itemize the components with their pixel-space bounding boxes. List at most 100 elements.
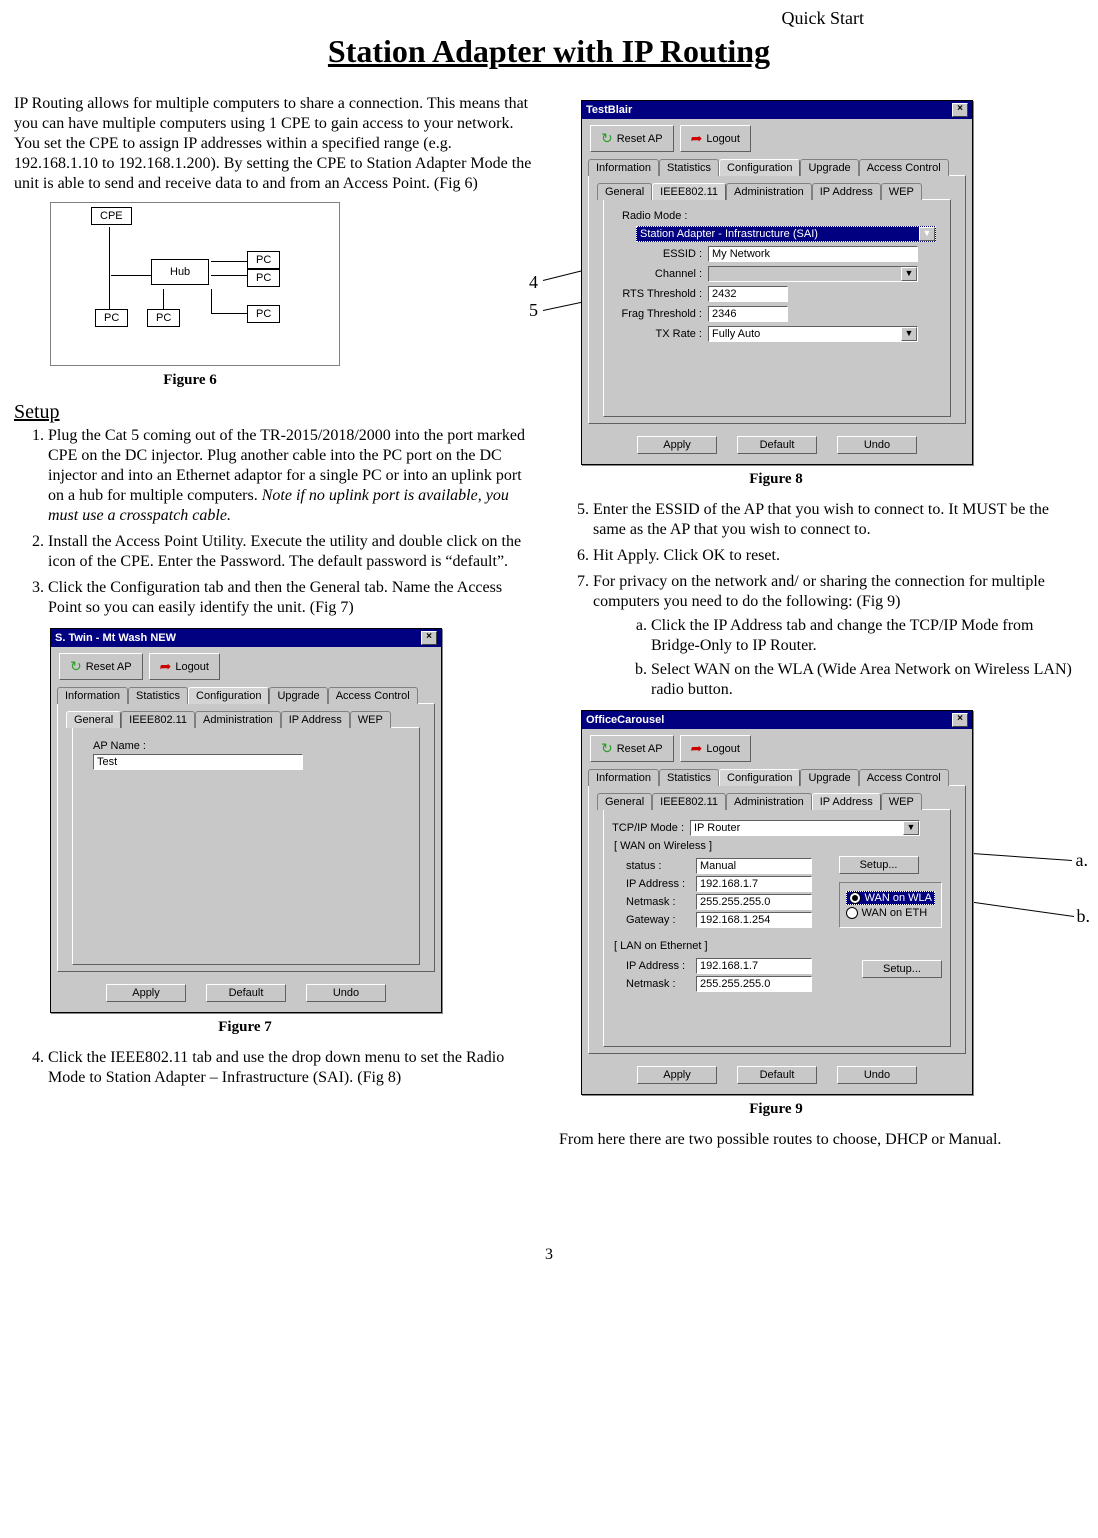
mask-label: Netmask : bbox=[626, 896, 692, 908]
subtab-administration[interactable]: Administration bbox=[726, 793, 812, 810]
apply-button[interactable]: Apply bbox=[637, 1066, 717, 1084]
wan-setup-button[interactable]: Setup... bbox=[839, 856, 919, 874]
fig9-title: OfficeCarousel bbox=[586, 714, 664, 726]
fig6-pc-box-4: PC bbox=[147, 309, 180, 327]
tcpip-dropdown[interactable]: IP Router▼ bbox=[690, 820, 920, 836]
apply-button[interactable]: Apply bbox=[637, 436, 717, 454]
subtab-wep[interactable]: WEP bbox=[881, 793, 922, 810]
txrate-dropdown[interactable]: Fully Auto▼ bbox=[708, 326, 918, 342]
step-1: Plug the Cat 5 coming out of the TR-2015… bbox=[48, 426, 539, 526]
lan-ip-label: IP Address : bbox=[626, 960, 692, 972]
radiomode-dropdown[interactable]: Station Adapter - Infrastructure (SAI)▼ bbox=[636, 226, 936, 242]
figure-7-window: S. Twin - Mt Wash NEW × ↻Reset AP ➦Logou… bbox=[50, 628, 442, 1013]
subtab-general[interactable]: General bbox=[597, 793, 652, 810]
lan-mask-input[interactable]: 255.255.255.0 bbox=[696, 976, 812, 992]
tab-upgrade[interactable]: Upgrade bbox=[269, 687, 327, 704]
figure-8-caption: Figure 8 bbox=[581, 471, 971, 488]
close-icon[interactable]: × bbox=[421, 631, 437, 645]
logout-button[interactable]: ➦Logout bbox=[680, 125, 751, 152]
undo-button[interactable]: Undo bbox=[837, 436, 917, 454]
tab-information[interactable]: Information bbox=[588, 159, 659, 176]
closing-paragraph: From here there are two possible routes … bbox=[559, 1130, 1084, 1150]
close-icon[interactable]: × bbox=[952, 103, 968, 117]
callout-b-line bbox=[963, 900, 1074, 917]
lan-ip-input[interactable]: 192.168.1.7 bbox=[696, 958, 812, 974]
fig6-pc-box-1: PC bbox=[247, 251, 280, 269]
ip-input[interactable]: 192.168.1.7 bbox=[696, 876, 812, 892]
frag-input[interactable]: 2346 bbox=[708, 306, 788, 322]
status-input[interactable]: Manual bbox=[696, 858, 812, 874]
essid-input[interactable]: My Network bbox=[708, 246, 918, 262]
tx-label: TX Rate : bbox=[612, 328, 702, 340]
subtab-ieee80211[interactable]: IEEE802.11 bbox=[652, 183, 726, 200]
step-2: Install the Access Point Utility. Execut… bbox=[48, 532, 539, 572]
radio-wan-eth[interactable]: WAN on ETH bbox=[846, 907, 935, 919]
tcpip-label: TCP/IP Mode : bbox=[612, 822, 684, 834]
radio-wan-wla[interactable]: WAN on WLA bbox=[846, 891, 935, 905]
tab-information[interactable]: Information bbox=[57, 687, 128, 704]
subtab-general[interactable]: General bbox=[66, 711, 121, 728]
chevron-down-icon: ▼ bbox=[903, 821, 919, 835]
radio-icon bbox=[846, 907, 858, 919]
fig6-cpe-box: CPE bbox=[91, 207, 132, 225]
intro-paragraph: IP Routing allows for multiple computers… bbox=[14, 94, 539, 194]
apname-input[interactable]: Test bbox=[93, 754, 303, 770]
reset-ap-button[interactable]: ↻Reset AP bbox=[590, 125, 674, 152]
essid-label: ESSID : bbox=[612, 248, 702, 260]
fig6-pc-box-2: PC bbox=[247, 269, 280, 287]
tab-access-control[interactable]: Access Control bbox=[859, 159, 949, 176]
tab-upgrade[interactable]: Upgrade bbox=[800, 769, 858, 786]
subtab-administration[interactable]: Administration bbox=[726, 183, 812, 200]
close-icon[interactable]: × bbox=[952, 713, 968, 727]
step-4: Click the IEEE802.11 tab and use the dro… bbox=[48, 1048, 539, 1088]
radiomode-label: Radio Mode : bbox=[622, 210, 942, 222]
logout-icon: ➦ bbox=[160, 658, 172, 675]
mask-input[interactable]: 255.255.255.0 bbox=[696, 894, 812, 910]
setup-steps-left: Plug the Cat 5 coming out of the TR-2015… bbox=[14, 426, 539, 618]
reset-ap-button[interactable]: ↻Reset AP bbox=[590, 735, 674, 762]
apply-button[interactable]: Apply bbox=[106, 984, 186, 1002]
fig9-titlebar: OfficeCarousel × bbox=[582, 711, 972, 729]
tab-statistics[interactable]: Statistics bbox=[128, 687, 188, 704]
subtab-wep[interactable]: WEP bbox=[881, 183, 922, 200]
tab-information[interactable]: Information bbox=[588, 769, 659, 786]
tab-configuration[interactable]: Configuration bbox=[188, 687, 269, 704]
fig6-hub-box: Hub bbox=[151, 259, 209, 285]
default-button[interactable]: Default bbox=[737, 436, 817, 454]
tab-configuration[interactable]: Configuration bbox=[719, 159, 800, 176]
default-button[interactable]: Default bbox=[737, 1066, 817, 1084]
reset-ap-button[interactable]: ↻Reset AP bbox=[59, 653, 143, 680]
tab-upgrade[interactable]: Upgrade bbox=[800, 159, 858, 176]
undo-button[interactable]: Undo bbox=[306, 984, 386, 1002]
subtab-administration[interactable]: Administration bbox=[195, 711, 281, 728]
subtab-general[interactable]: General bbox=[597, 183, 652, 200]
default-button[interactable]: Default bbox=[206, 984, 286, 1002]
logout-button[interactable]: ➦Logout bbox=[680, 735, 751, 762]
gw-input[interactable]: 192.168.1.254 bbox=[696, 912, 812, 928]
subtab-wep[interactable]: WEP bbox=[350, 711, 391, 728]
tab-statistics[interactable]: Statistics bbox=[659, 769, 719, 786]
tab-access-control[interactable]: Access Control bbox=[328, 687, 418, 704]
step-3: Click the Configuration tab and then the… bbox=[48, 578, 539, 618]
logout-button[interactable]: ➦Logout bbox=[149, 653, 220, 680]
apname-label: AP Name : bbox=[93, 740, 411, 752]
subtab-ip-address[interactable]: IP Address bbox=[812, 183, 881, 200]
channel-dropdown[interactable]: ▼ bbox=[708, 266, 918, 282]
reset-icon: ↻ bbox=[601, 130, 613, 147]
undo-button[interactable]: Undo bbox=[837, 1066, 917, 1084]
tab-configuration[interactable]: Configuration bbox=[719, 769, 800, 786]
subtab-ip-address[interactable]: IP Address bbox=[812, 793, 881, 810]
subtab-ip-address[interactable]: IP Address bbox=[281, 711, 350, 728]
fig8-title: TestBlair bbox=[586, 104, 632, 116]
page-title: Station Adapter with IP Routing bbox=[14, 33, 1084, 70]
tab-access-control[interactable]: Access Control bbox=[859, 769, 949, 786]
rts-label: RTS Threshold : bbox=[612, 288, 702, 300]
lan-setup-button[interactable]: Setup... bbox=[862, 960, 942, 978]
rts-input[interactable]: 2432 bbox=[708, 286, 788, 302]
subtab-ieee80211[interactable]: IEEE802.11 bbox=[652, 793, 726, 810]
logout-icon: ➦ bbox=[691, 740, 703, 757]
tab-statistics[interactable]: Statistics bbox=[659, 159, 719, 176]
subtab-ieee80211[interactable]: IEEE802.11 bbox=[121, 711, 195, 728]
figure-7-caption: Figure 7 bbox=[50, 1019, 440, 1036]
chevron-down-icon: ▼ bbox=[901, 327, 917, 341]
